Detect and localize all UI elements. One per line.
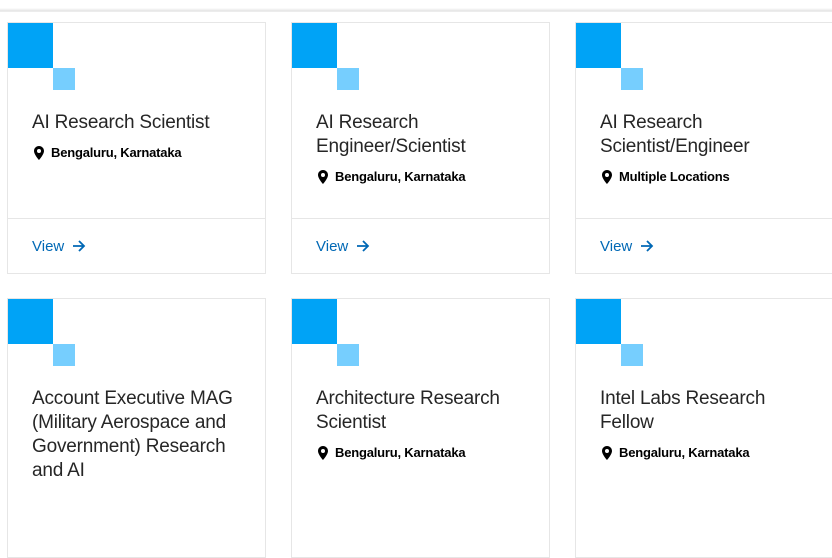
card-decoration-small — [53, 344, 75, 366]
card-footer: View — [8, 218, 265, 273]
job-location: Bengaluru, Karnataka — [316, 441, 537, 465]
card-decoration-large — [292, 299, 337, 344]
arrow-right-icon — [357, 240, 370, 252]
job-title: AI Research Scientist/Engineer Multiple … — [600, 111, 821, 189]
map-pin-icon — [34, 146, 44, 160]
card-decoration-large — [8, 299, 53, 344]
card-decoration-large — [292, 23, 337, 68]
card-decoration-small — [337, 68, 359, 90]
card-footer: View — [576, 218, 832, 273]
map-pin-icon — [602, 170, 612, 184]
view-job-link[interactable]: View — [600, 238, 654, 255]
job-location: Bengaluru, Karnataka — [32, 141, 253, 165]
card-decoration-small — [621, 344, 643, 366]
job-title: Account Executive MAG (Military Aerospac… — [32, 388, 233, 481]
view-job-link[interactable]: View — [32, 238, 86, 255]
job-title: AI Research Scientist Bengaluru, Karnata… — [32, 111, 253, 165]
arrow-right-icon — [641, 240, 654, 252]
job-card[interactable]: Account Executive MAG (Military Aerospac… — [7, 298, 266, 558]
header-shadow — [0, 0, 832, 12]
job-title: Architecture Research Scientist Bengalur… — [316, 387, 537, 465]
card-decoration-large — [8, 23, 53, 68]
job-card[interactable]: Intel Labs Research Fellow Bengaluru, Ka… — [575, 298, 832, 558]
job-title: Intel Labs Research Fellow Bengaluru, Ka… — [600, 387, 821, 465]
map-pin-icon — [318, 170, 328, 184]
job-location: Multiple Locations — [600, 165, 821, 189]
card-footer: View — [292, 218, 549, 273]
job-location: Bengaluru, Karnataka — [316, 165, 537, 189]
view-job-link[interactable]: View — [316, 238, 370, 255]
job-location: Bengaluru, Karnataka — [600, 441, 821, 465]
map-pin-icon — [602, 446, 612, 460]
job-card[interactable]: AI Research Scientist Bengaluru, Karnata… — [7, 22, 266, 274]
card-decoration-small — [337, 344, 359, 366]
arrow-right-icon — [73, 240, 86, 252]
card-decoration-small — [53, 68, 75, 90]
job-card[interactable]: AI Research Engineer/Scientist Bengaluru… — [291, 22, 550, 274]
card-decoration-large — [576, 299, 621, 344]
card-decoration-small — [621, 68, 643, 90]
job-card[interactable]: AI Research Scientist/Engineer Multiple … — [575, 22, 832, 274]
job-card[interactable]: Architecture Research Scientist Bengalur… — [291, 298, 550, 558]
map-pin-icon — [318, 446, 328, 460]
card-decoration-large — [576, 23, 621, 68]
job-title: AI Research Engineer/Scientist Bengaluru… — [316, 111, 537, 189]
